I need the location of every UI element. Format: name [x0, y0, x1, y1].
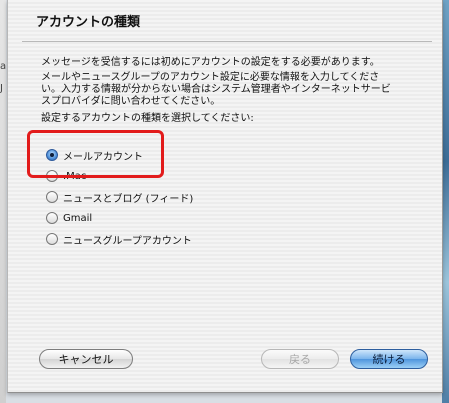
cancel-button[interactable]: キャンセル: [39, 349, 133, 369]
background-window-edge-mark: J: [0, 83, 3, 94]
intro-text-line: メッセージを受信するには初めにアカウントの設定をする必要があります。: [41, 57, 380, 68]
title-divider: [22, 41, 432, 42]
radio-label: Gmail: [63, 212, 93, 224]
radio-label: .Mac: [63, 170, 87, 182]
intro-text-line: い。入力する情報が分からない場合はシステム管理者やインターネットサービ: [41, 84, 391, 95]
account-type-prompt: 設定するアカウントの種類を選択してください:: [41, 113, 254, 124]
radio-option-gmail[interactable]: Gmail: [46, 210, 92, 226]
radio-button[interactable]: [46, 191, 58, 203]
radio-button[interactable]: [46, 170, 58, 182]
radio-label: メールアカウント: [63, 151, 143, 163]
radio-option-mac[interactable]: .Mac: [46, 168, 86, 184]
back-button[interactable]: 戻る: [261, 349, 339, 369]
radio-label: ニュースグループアカウント: [63, 235, 192, 247]
radio-button[interactable]: [46, 212, 58, 224]
background-window-edge-mark: a: [0, 61, 7, 72]
radio-button-selected[interactable]: [46, 149, 58, 161]
desktop-background-right: [442, 0, 449, 403]
intro-text-line: メールやニュースグループのアカウント設定に必要な情報を入力してくださ: [41, 72, 380, 83]
page-title: アカウントの種類: [36, 15, 141, 30]
radio-option-mail-account[interactable]: メールアカウント: [46, 147, 143, 163]
radio-button[interactable]: [46, 233, 58, 245]
radio-label: ニュースとブログ (フィード): [63, 193, 194, 205]
radio-option-news-blog[interactable]: ニュースとブログ (フィード): [46, 189, 193, 205]
intro-text-line: スプロバイダに問い合わせてください。: [41, 96, 221, 107]
account-wizard-sheet: アカウントの種類 メッセージを受信するには初めにアカウントの設定をする必要があり…: [7, 0, 443, 393]
radio-option-newsgroup[interactable]: ニュースグループアカウント: [46, 231, 192, 247]
continue-button[interactable]: 続ける: [350, 349, 428, 369]
